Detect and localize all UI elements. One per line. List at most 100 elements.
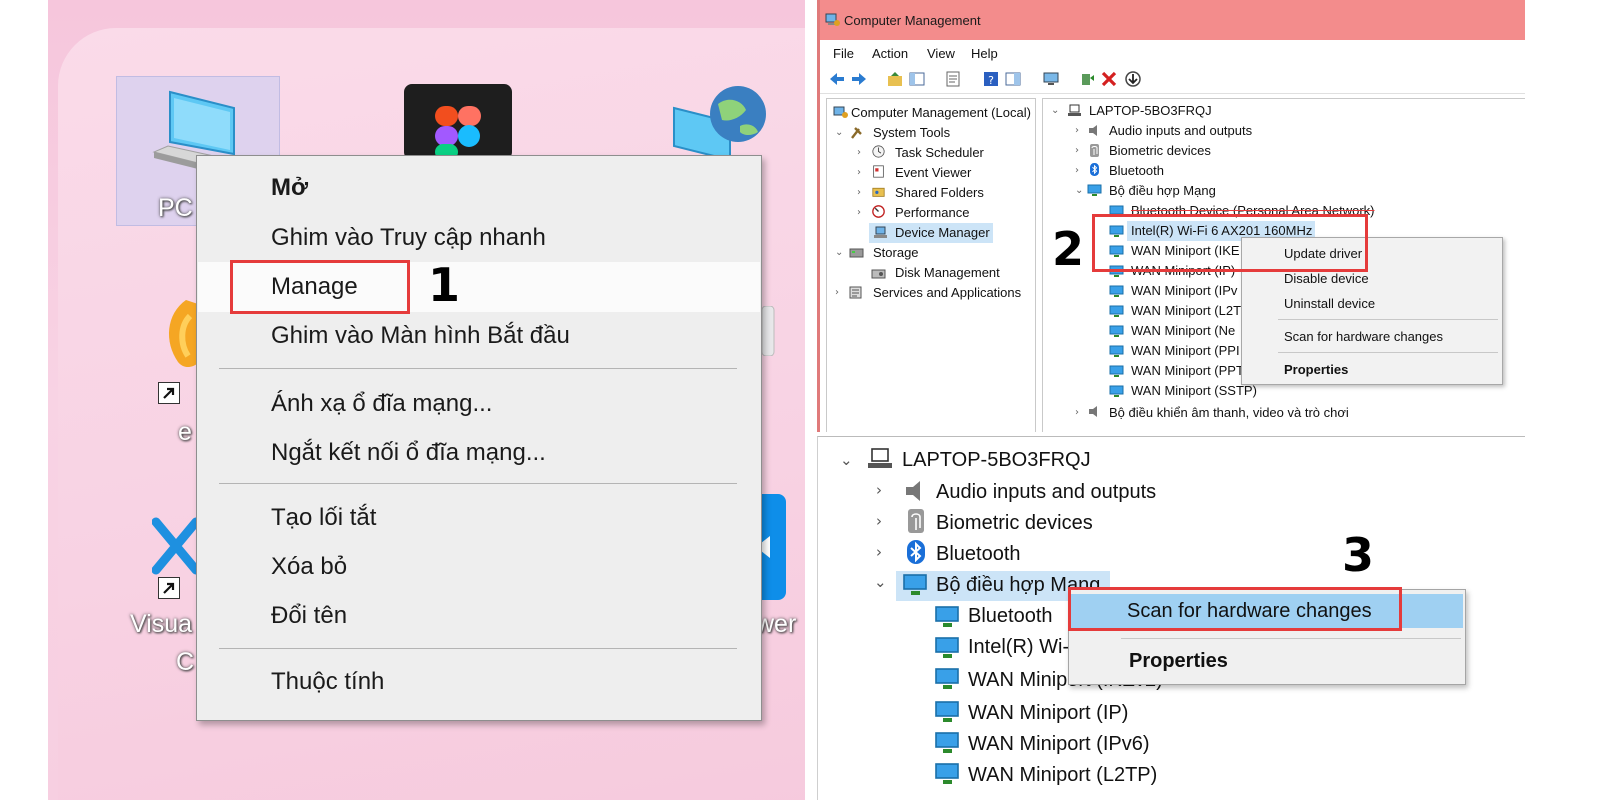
help-icon[interactable]: ? [982, 70, 1000, 88]
chevron-down-icon[interactable]: ⌄ [835, 127, 843, 138]
chevron-right-icon[interactable]: › [835, 287, 839, 298]
chevron-right-icon[interactable]: › [857, 147, 861, 158]
speaker-icon [1089, 406, 1097, 417]
laptop-icon [868, 448, 892, 468]
menu-item-create-shortcut[interactable]: Tạo lối tắt [271, 504, 376, 532]
back-arrow-icon[interactable] [828, 70, 846, 88]
zoom-adapter-item[interactable]: WAN Miniport (IP) [968, 702, 1128, 725]
menu-item-map-network-drive[interactable]: Ánh xạ ổ đĩa mạng... [271, 390, 492, 418]
app-icon-partial[interactable] [762, 306, 776, 356]
tree-item-computer-management[interactable]: Computer Management (Local) [851, 105, 1031, 120]
chevron-down-icon[interactable]: ⌄ [1075, 185, 1083, 196]
category-network-adapters[interactable]: Bộ điều hợp Mạng [1109, 183, 1216, 198]
menu-separator [219, 368, 737, 369]
category-sound-video[interactable]: Bộ điều khiển âm thanh, video và trò chơ… [1109, 405, 1349, 420]
zoom-device-root[interactable]: LAPTOP-5BO3FRQJ [902, 449, 1091, 472]
menu-separator [1278, 319, 1498, 320]
network-adapter-icon [935, 732, 959, 753]
title-bar: Computer Management [820, 0, 1525, 40]
zoom-category-audio[interactable]: Audio inputs and outputs [936, 481, 1156, 504]
menu-item-pin-start[interactable]: Ghim vào Màn hình Bắt đầu [271, 322, 570, 350]
zoom-adapter-item[interactable]: Intel(R) Wi- [968, 636, 1069, 659]
console-tree: Computer Management (Local) ⌄ System Too… [826, 98, 1036, 432]
chevron-right-icon[interactable]: › [1075, 145, 1079, 156]
view-pane-icon[interactable] [1004, 70, 1022, 88]
vscode-icon[interactable] [152, 516, 200, 578]
chevron-right-icon[interactable]: › [857, 187, 861, 198]
computer-management-icon [825, 13, 840, 26]
zoom-adapter-item[interactable]: WAN Miniport (IPv6) [968, 733, 1150, 756]
menu-item-disconnect-network-drive[interactable]: Ngắt kết nối ổ đĩa mạng... [271, 439, 546, 467]
category-audio[interactable]: Audio inputs and outputs [1109, 123, 1252, 138]
adapter-item[interactable]: WAN Miniport (Ne [1131, 323, 1235, 338]
properties-list-icon[interactable] [944, 70, 962, 88]
menu-scan-hardware[interactable]: Scan for hardware changes [1284, 329, 1443, 344]
menu-item-delete[interactable]: Xóa bỏ [271, 553, 347, 581]
step-number-3: 3 [1342, 528, 1375, 582]
chevron-right-icon[interactable]: › [857, 207, 861, 218]
tree-item-storage[interactable]: Storage [873, 245, 919, 260]
adapter-item[interactable]: WAN Miniport (IPv [1131, 283, 1237, 298]
menu-item-rename[interactable]: Đổi tên [271, 602, 347, 630]
tree-item-shared-folders[interactable]: Shared Folders [895, 185, 984, 200]
adapter-item[interactable]: WAN Miniport (PPI [1131, 343, 1240, 358]
menu-uninstall-device[interactable]: Uninstall device [1284, 296, 1375, 311]
tree-item-services-applications[interactable]: Services and Applications [873, 285, 1021, 300]
computer-management-icon [833, 106, 848, 118]
category-bluetooth[interactable]: Bluetooth [1109, 163, 1164, 178]
network-adapter-icon [1109, 385, 1124, 397]
zoom-category-bluetooth[interactable]: Bluetooth [936, 543, 1021, 566]
tree-item-system-tools[interactable]: System Tools [873, 125, 950, 140]
update-driver-icon[interactable] [1078, 70, 1096, 88]
adapter-item[interactable]: WAN Miniport (PPT [1131, 363, 1244, 378]
download-icon[interactable] [1124, 70, 1142, 88]
tools-icon [851, 127, 862, 139]
uninstall-x-icon[interactable] [1100, 70, 1118, 88]
chevron-right-icon[interactable]: › [1075, 165, 1079, 176]
menu-item-pin-quick-access[interactable]: Ghim vào Truy cập nhanh [271, 224, 546, 252]
chevron-right-icon[interactable]: › [876, 543, 882, 561]
network-adapter-icon [1109, 285, 1124, 297]
chevron-right-icon[interactable]: › [876, 481, 882, 499]
network-icon[interactable] [670, 74, 770, 160]
chevron-right-icon[interactable]: › [1075, 125, 1079, 136]
menu-item-open[interactable]: Mở [271, 174, 308, 202]
computer-scan-icon[interactable] [1042, 70, 1060, 88]
tree-item-disk-management[interactable]: Disk Management [895, 265, 1000, 280]
menu-separator [1278, 352, 1498, 353]
menu-disable-device[interactable]: Disable device [1284, 271, 1369, 286]
up-folder-icon[interactable] [886, 70, 904, 88]
chevron-down-icon[interactable]: ⌄ [1051, 105, 1059, 116]
show-hide-tree-icon[interactable] [908, 70, 926, 88]
forward-arrow-icon[interactable] [850, 70, 868, 88]
tree-item-event-viewer[interactable]: Event Viewer [895, 165, 971, 180]
tree-item-performance[interactable]: Performance [895, 205, 969, 220]
chevron-right-icon[interactable]: › [876, 512, 882, 530]
chevron-down-icon[interactable]: ⌄ [874, 573, 887, 591]
chevron-right-icon[interactable]: › [857, 167, 861, 178]
zoom-adapter-item[interactable]: Bluetooth [968, 605, 1053, 628]
teamviewer-icon[interactable] [760, 494, 786, 600]
tree-item-device-manager[interactable]: Device Manager [895, 225, 990, 240]
category-biometric[interactable]: Biometric devices [1109, 143, 1211, 158]
network-adapter-icon [935, 668, 959, 689]
menu-help[interactable]: Help [971, 46, 998, 61]
event-viewer-icon [873, 165, 884, 178]
chevron-right-icon[interactable]: › [1075, 407, 1079, 418]
device-root[interactable]: LAPTOP-5BO3FRQJ [1089, 103, 1212, 118]
chevron-down-icon[interactable]: ⌄ [835, 247, 843, 258]
menu-properties[interactable]: Properties [1284, 362, 1348, 377]
zoom-menu-properties[interactable]: Properties [1129, 650, 1228, 673]
figma-icon[interactable] [404, 84, 512, 160]
zoom-category-biometric[interactable]: Biometric devices [936, 512, 1093, 535]
network-adapter-icon [1109, 305, 1124, 317]
menu-item-properties[interactable]: Thuộc tính [271, 668, 384, 696]
adapter-item[interactable]: WAN Miniport (L2T [1131, 303, 1241, 318]
adapter-item[interactable]: WAN Miniport (SSTP) [1131, 383, 1257, 398]
tree-item-task-scheduler[interactable]: Task Scheduler [895, 145, 984, 160]
zoom-adapter-item[interactable]: WAN Miniport (L2TP) [968, 764, 1157, 787]
chevron-down-icon[interactable]: ⌄ [840, 451, 853, 469]
menu-view[interactable]: View [927, 46, 955, 61]
menu-action[interactable]: Action [872, 46, 908, 61]
menu-file[interactable]: File [833, 46, 854, 61]
